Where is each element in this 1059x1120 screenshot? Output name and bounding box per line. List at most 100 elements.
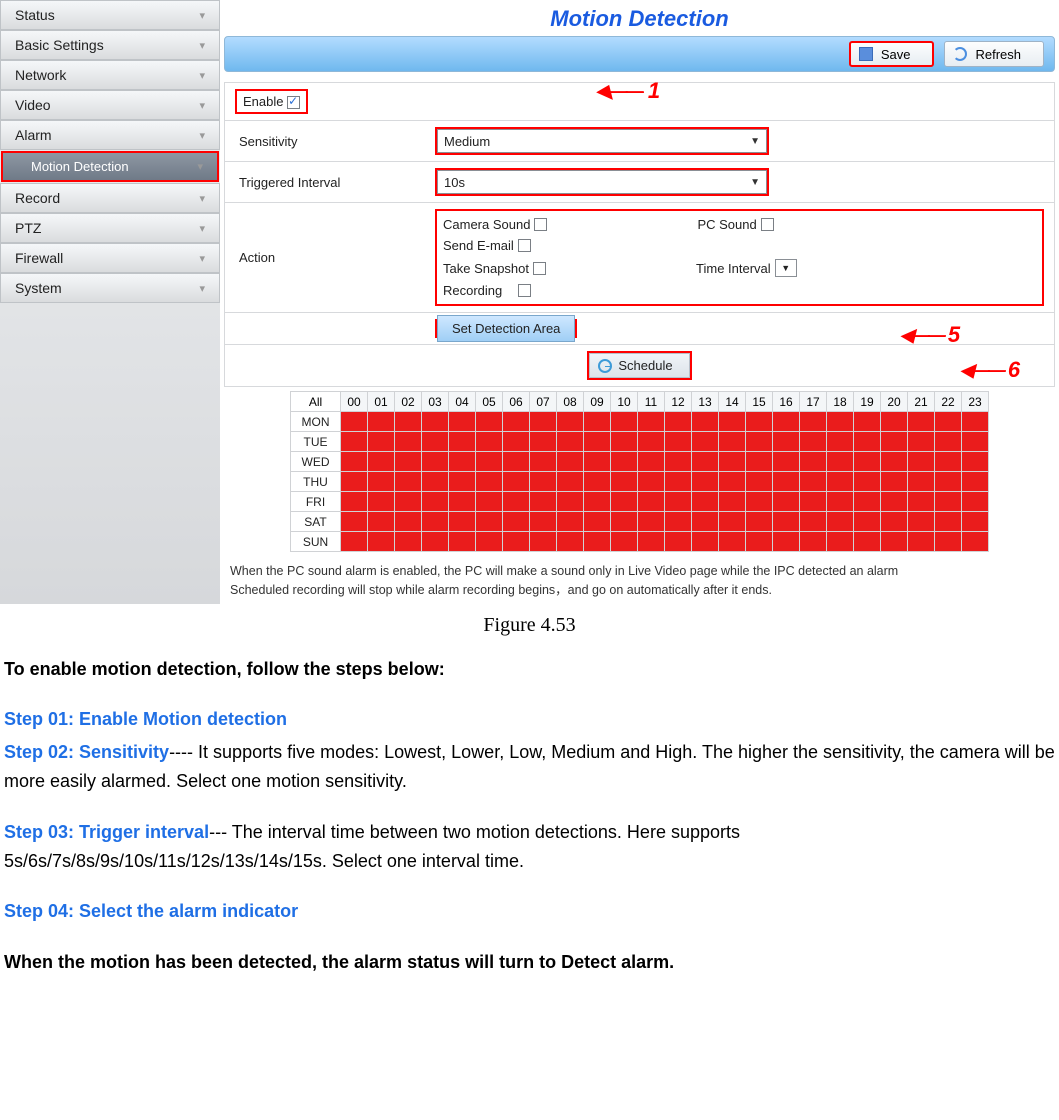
sensitivity-select[interactable]: Medium▼ <box>437 129 767 153</box>
schedule-cell[interactable] <box>476 432 503 452</box>
schedule-cell[interactable] <box>611 532 638 552</box>
schedule-cell[interactable] <box>908 412 935 432</box>
schedule-cell[interactable] <box>827 412 854 432</box>
schedule-cell[interactable] <box>368 412 395 432</box>
schedule-cell[interactable] <box>341 452 368 472</box>
schedule-cell[interactable] <box>692 432 719 452</box>
schedule-cell[interactable] <box>746 532 773 552</box>
schedule-cell[interactable] <box>665 512 692 532</box>
schedule-cell[interactable] <box>395 492 422 512</box>
schedule-cell[interactable] <box>503 532 530 552</box>
schedule-cell[interactable] <box>503 492 530 512</box>
schedule-cell[interactable] <box>449 472 476 492</box>
schedule-cell[interactable] <box>908 492 935 512</box>
sidebar-item-motion-detection[interactable]: Motion Detection▾ <box>1 151 219 182</box>
schedule-cell[interactable] <box>422 432 449 452</box>
schedule-cell[interactable] <box>908 432 935 452</box>
schedule-cell[interactable] <box>530 472 557 492</box>
schedule-cell[interactable] <box>476 452 503 472</box>
schedule-cell[interactable] <box>692 532 719 552</box>
schedule-cell[interactable] <box>692 492 719 512</box>
schedule-cell[interactable] <box>638 472 665 492</box>
schedule-cell[interactable] <box>503 412 530 432</box>
schedule-cell[interactable] <box>773 472 800 492</box>
schedule-cell[interactable] <box>503 432 530 452</box>
schedule-cell[interactable] <box>422 492 449 512</box>
schedule-cell[interactable] <box>368 492 395 512</box>
schedule-cell[interactable] <box>962 512 989 532</box>
schedule-cell[interactable] <box>962 432 989 452</box>
schedule-cell[interactable] <box>638 412 665 432</box>
schedule-cell[interactable] <box>341 532 368 552</box>
schedule-cell[interactable] <box>881 532 908 552</box>
schedule-cell[interactable] <box>881 512 908 532</box>
schedule-cell[interactable] <box>449 512 476 532</box>
sidebar-item-network[interactable]: Network▾ <box>0 60 220 90</box>
schedule-cell[interactable] <box>773 452 800 472</box>
schedule-cell[interactable] <box>665 412 692 432</box>
schedule-cell[interactable] <box>638 512 665 532</box>
schedule-cell[interactable] <box>719 532 746 552</box>
schedule-cell[interactable] <box>746 512 773 532</box>
save-button[interactable]: Save <box>849 41 935 67</box>
schedule-all-cell[interactable]: All <box>291 392 341 412</box>
schedule-cell[interactable] <box>503 512 530 532</box>
sidebar-item-status[interactable]: Status▾ <box>0 0 220 30</box>
schedule-cell[interactable] <box>692 512 719 532</box>
schedule-cell[interactable] <box>854 512 881 532</box>
schedule-cell[interactable] <box>368 472 395 492</box>
schedule-cell[interactable] <box>422 512 449 532</box>
sidebar-item-system[interactable]: System▾ <box>0 273 220 303</box>
schedule-cell[interactable] <box>800 512 827 532</box>
schedule-cell[interactable] <box>665 472 692 492</box>
schedule-cell[interactable] <box>584 432 611 452</box>
schedule-cell[interactable] <box>557 512 584 532</box>
schedule-cell[interactable] <box>530 492 557 512</box>
schedule-cell[interactable] <box>476 472 503 492</box>
schedule-cell[interactable] <box>584 492 611 512</box>
schedule-cell[interactable] <box>962 532 989 552</box>
schedule-cell[interactable] <box>881 432 908 452</box>
sidebar-item-basic-settings[interactable]: Basic Settings▾ <box>0 30 220 60</box>
schedule-cell[interactable] <box>341 472 368 492</box>
sidebar-item-record[interactable]: Record▾ <box>0 183 220 213</box>
schedule-cell[interactable] <box>719 492 746 512</box>
schedule-cell[interactable] <box>368 512 395 532</box>
schedule-cell[interactable] <box>800 532 827 552</box>
schedule-cell[interactable] <box>962 412 989 432</box>
schedule-cell[interactable] <box>692 412 719 432</box>
schedule-cell[interactable] <box>773 512 800 532</box>
schedule-cell[interactable] <box>341 432 368 452</box>
schedule-cell[interactable] <box>584 472 611 492</box>
schedule-cell[interactable] <box>746 412 773 432</box>
schedule-cell[interactable] <box>773 412 800 432</box>
schedule-cell[interactable] <box>692 472 719 492</box>
schedule-cell[interactable] <box>368 432 395 452</box>
schedule-cell[interactable] <box>557 492 584 512</box>
schedule-cell[interactable] <box>611 472 638 492</box>
schedule-cell[interactable] <box>638 452 665 472</box>
schedule-cell[interactable] <box>854 412 881 432</box>
schedule-cell[interactable] <box>341 512 368 532</box>
triggered-interval-select[interactable]: 10s▼ <box>437 170 767 194</box>
enable-checkbox[interactable] <box>287 96 300 109</box>
schedule-cell[interactable] <box>935 472 962 492</box>
schedule-cell[interactable] <box>665 532 692 552</box>
camera-sound-checkbox[interactable] <box>534 218 547 231</box>
schedule-cell[interactable] <box>665 492 692 512</box>
schedule-cell[interactable] <box>719 432 746 452</box>
schedule-cell[interactable] <box>557 432 584 452</box>
schedule-cell[interactable] <box>746 492 773 512</box>
schedule-cell[interactable] <box>422 532 449 552</box>
schedule-cell[interactable] <box>854 532 881 552</box>
schedule-cell[interactable] <box>800 432 827 452</box>
schedule-cell[interactable] <box>611 432 638 452</box>
schedule-cell[interactable] <box>557 452 584 472</box>
schedule-cell[interactable] <box>395 532 422 552</box>
schedule-cell[interactable] <box>395 452 422 472</box>
schedule-cell[interactable] <box>800 492 827 512</box>
schedule-cell[interactable] <box>827 432 854 452</box>
pc-sound-checkbox[interactable] <box>761 218 774 231</box>
schedule-cell[interactable] <box>449 492 476 512</box>
schedule-cell[interactable] <box>746 472 773 492</box>
